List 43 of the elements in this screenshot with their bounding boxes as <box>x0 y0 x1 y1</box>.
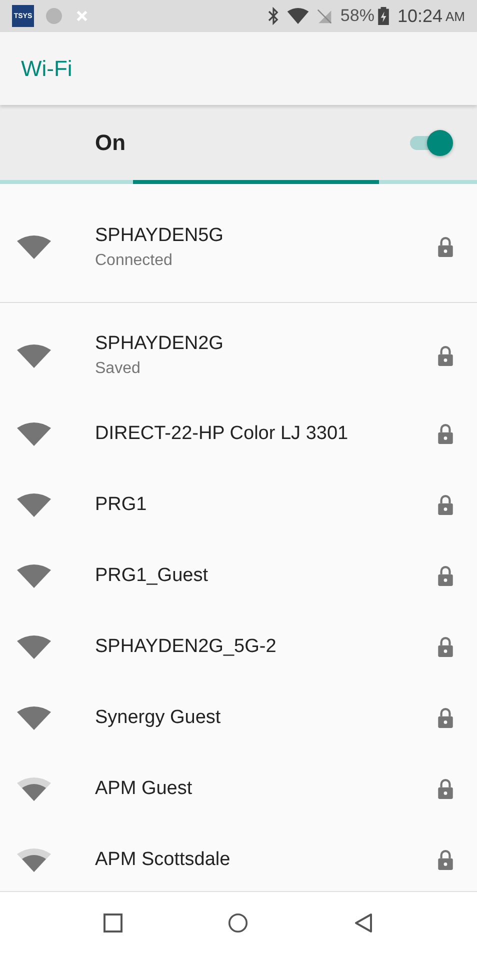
network-name: Synergy Guest <box>95 706 222 728</box>
close-icon <box>76 10 88 22</box>
network-item[interactable]: APM Scottsdale <box>0 824 477 891</box>
wifi-signal-icon <box>17 422 51 446</box>
battery-percent: 58% <box>340 6 374 26</box>
wifi-signal-icon <box>17 706 51 730</box>
battery-charging-icon <box>378 7 390 25</box>
network-name: SPHAYDEN2G <box>95 333 224 355</box>
network-name: PRG1_Guest <box>95 564 209 586</box>
wifi-signal-icon <box>17 492 51 516</box>
home-icon[interactable] <box>228 913 248 933</box>
page-title: Wi-Fi <box>21 56 72 82</box>
network-name: PRG1 <box>95 494 148 516</box>
network-status: Saved <box>95 360 142 378</box>
wifi-signal-icon <box>17 235 51 259</box>
switch-label: On <box>95 130 126 156</box>
network-item[interactable]: PRG1 <box>0 469 477 540</box>
bluetooth-icon <box>268 7 280 25</box>
network-item[interactable]: PRG1_Guest <box>0 540 477 611</box>
network-name: DIRECT-22-HP Color LJ 3301 <box>95 422 350 444</box>
wifi-icon <box>287 8 310 24</box>
network-item[interactable]: DIRECT-22-HP Color LJ 3301 <box>0 398 477 469</box>
network-status: Connected <box>95 252 174 270</box>
no-sim-icon <box>317 8 332 24</box>
wifi-signal-icon <box>17 848 51 872</box>
network-item[interactable]: APM Guest <box>0 753 477 824</box>
wifi-signal-icon <box>17 344 51 368</box>
network-item[interactable]: SPHAYDEN2G_5G-2 <box>0 611 477 682</box>
clock-meridiem: AM <box>446 8 465 24</box>
network-name: SPHAYDEN2G_5G-2 <box>95 636 278 658</box>
network-item[interactable]: Synergy Guest <box>0 682 477 753</box>
wifi-signal-icon <box>17 776 51 800</box>
wifi-signal-icon <box>17 564 51 588</box>
circle-icon <box>46 8 62 24</box>
back-icon[interactable] <box>354 913 374 933</box>
wifi-signal-icon <box>17 634 51 658</box>
recents-icon[interactable] <box>102 913 123 933</box>
network-name: APM Scottsdale <box>95 848 232 870</box>
clock-time: 10:24 <box>397 6 442 26</box>
network-item[interactable]: SPHAYDEN5G Connected <box>0 192 477 302</box>
network-name: SPHAYDEN5G <box>95 224 224 246</box>
network-name: APM Guest <box>95 778 194 800</box>
network-item[interactable]: SPHAYDEN2G Saved <box>0 313 477 398</box>
